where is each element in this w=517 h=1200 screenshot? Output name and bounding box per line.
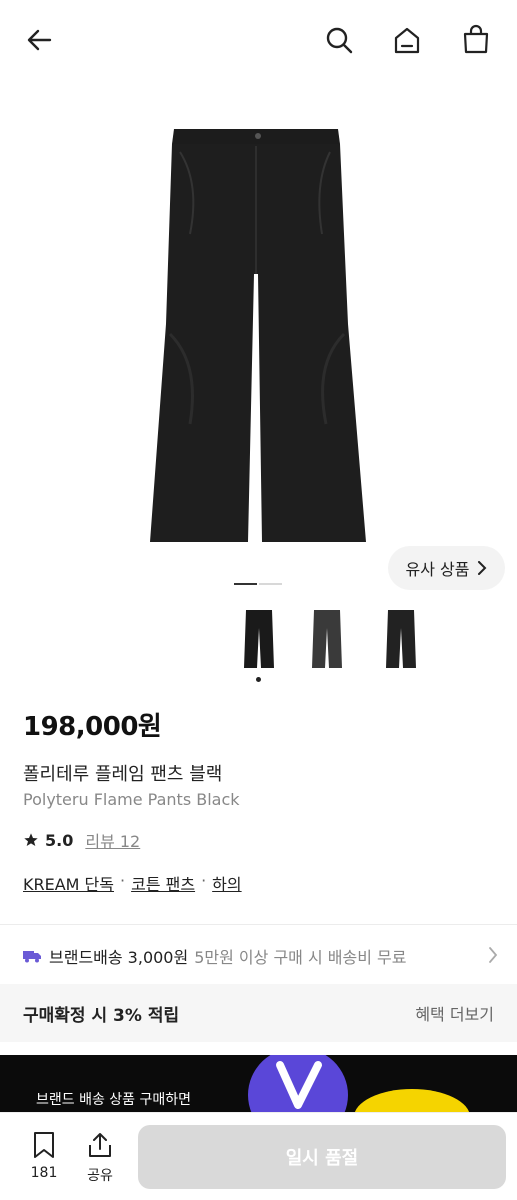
chevron-right-icon <box>489 947 498 963</box>
benefit-more-link[interactable]: 혜택 더보기 <box>415 1001 494 1025</box>
shipping-note: 5만원 이상 구매 시 배송비 무료 <box>194 948 407 967</box>
pants-thumbnail-image <box>244 610 274 668</box>
pants-thumbnail-image <box>386 610 416 668</box>
similar-products-button[interactable]: 유사 상품 <box>388 546 505 590</box>
shipping-info[interactable]: 브랜드배송 3,000원 5만원 이상 구매 시 배송비 무료 <box>23 942 498 970</box>
thumb-dark[interactable] <box>378 608 424 670</box>
color-thumbnails <box>0 604 517 684</box>
section-divider <box>0 924 517 925</box>
indicator-inactive <box>259 583 282 585</box>
category-tags: KREAM 단독 · 코튼 팬츠 · 하의 <box>23 871 242 895</box>
tag-bottoms[interactable]: 하의 <box>212 871 241 895</box>
benefit-title: 구매확정 시 3% 적립 <box>23 1005 180 1026</box>
product-image <box>150 129 366 542</box>
product-name-english: Polyteru Flame Pants Black <box>23 790 240 809</box>
similar-products-label: 유사 상품 <box>405 560 470 579</box>
tag-cotton-pants[interactable]: 코튼 팬츠 <box>131 871 195 895</box>
chevron-right-icon <box>478 561 487 575</box>
selected-thumb-dot <box>256 677 261 682</box>
home-icon <box>394 27 420 54</box>
promo-banner[interactable]: 브랜드 배송 상품 구매하면 <box>0 1055 517 1115</box>
back-button[interactable] <box>20 20 60 60</box>
shopping-bag-button[interactable] <box>456 20 496 60</box>
share-button[interactable]: 공유 <box>78 1131 122 1191</box>
arrow-left-icon <box>27 29 52 51</box>
shipping-fee: 브랜드배송 3,000원 <box>49 948 189 967</box>
pants-thumbnail-image <box>312 610 342 668</box>
bookmark-icon <box>34 1132 54 1158</box>
banner-text: 브랜드 배송 상품 구매하면 <box>36 1092 192 1108</box>
truck-icon <box>23 951 41 963</box>
share-label: 공유 <box>87 1168 113 1184</box>
product-price: 198,000원 <box>23 712 162 742</box>
bottom-action-bar: 181 공유 일시 품절 <box>0 1112 517 1200</box>
tag-separator: · <box>201 871 207 890</box>
top-bar <box>0 0 517 84</box>
indicator-active <box>234 583 257 585</box>
product-detail-page: 유사 상품 198,000원 폴리테루 플레임 팬츠 블랙 Polyteru F… <box>0 0 517 1200</box>
thumb-black[interactable] <box>236 608 282 670</box>
star-icon <box>24 833 38 846</box>
rating-value: 5.0 <box>45 830 74 850</box>
search-icon <box>326 27 353 54</box>
thumb-charcoal[interactable] <box>304 608 350 670</box>
share-icon <box>89 1133 111 1157</box>
benefit-bar: 구매확정 시 3% 적립 혜택 더보기 <box>0 984 517 1042</box>
tag-exclusive[interactable]: KREAM 단독 <box>23 871 114 895</box>
carousel-indicator <box>234 583 282 585</box>
shopping-bag-icon <box>463 24 489 54</box>
product-name-korean: 폴리테루 플레임 팬츠 블랙 <box>23 764 223 785</box>
review-link[interactable]: 리뷰 12 <box>85 828 140 852</box>
bookmark-count: 181 <box>30 1165 58 1181</box>
tag-separator: · <box>120 871 126 890</box>
product-image-carousel[interactable]: 유사 상품 <box>0 84 517 604</box>
sold-out-button[interactable]: 일시 품절 <box>138 1125 506 1189</box>
search-button[interactable] <box>319 20 359 60</box>
bookmark-button[interactable]: 181 <box>22 1131 66 1191</box>
home-button[interactable] <box>387 20 427 60</box>
rating-row: 5.0 리뷰 12 <box>23 828 140 852</box>
